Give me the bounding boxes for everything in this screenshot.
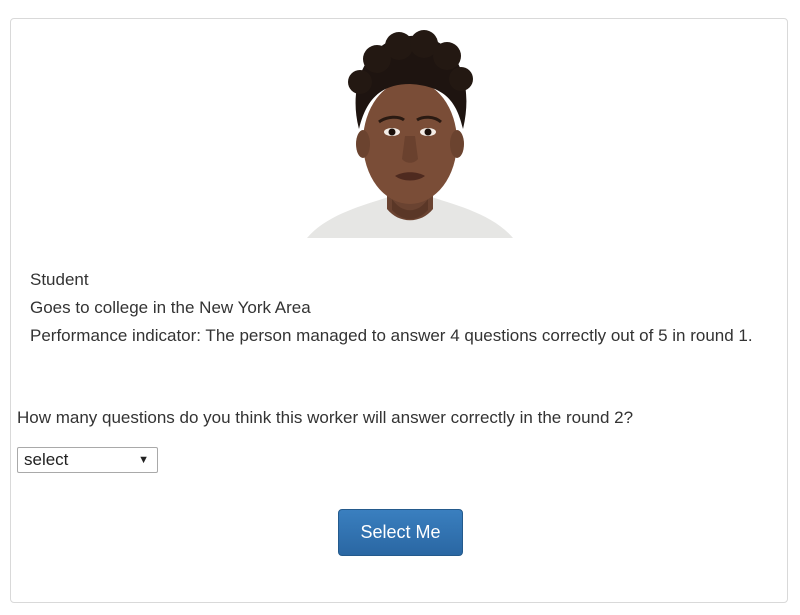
occupation-text: Student: [30, 270, 89, 289]
person-portrait-icon: [307, 30, 513, 238]
prediction-select[interactable]: select ▼: [17, 447, 158, 473]
chevron-down-icon: ▼: [138, 454, 149, 466]
prediction-select-value: select: [24, 450, 69, 469]
prediction-question: How many questions do you think this wor…: [17, 408, 634, 427]
performance-indicator-text: Performance indicator: The person manage…: [30, 326, 753, 345]
worker-card: Student Goes to college in the New York …: [10, 18, 788, 603]
worker-profile: Student Goes to college in the New York …: [30, 266, 780, 350]
select-me-button[interactable]: Select Me: [338, 509, 463, 556]
location-text: Goes to college in the New York Area: [30, 298, 311, 317]
worker-photo: [307, 24, 513, 238]
